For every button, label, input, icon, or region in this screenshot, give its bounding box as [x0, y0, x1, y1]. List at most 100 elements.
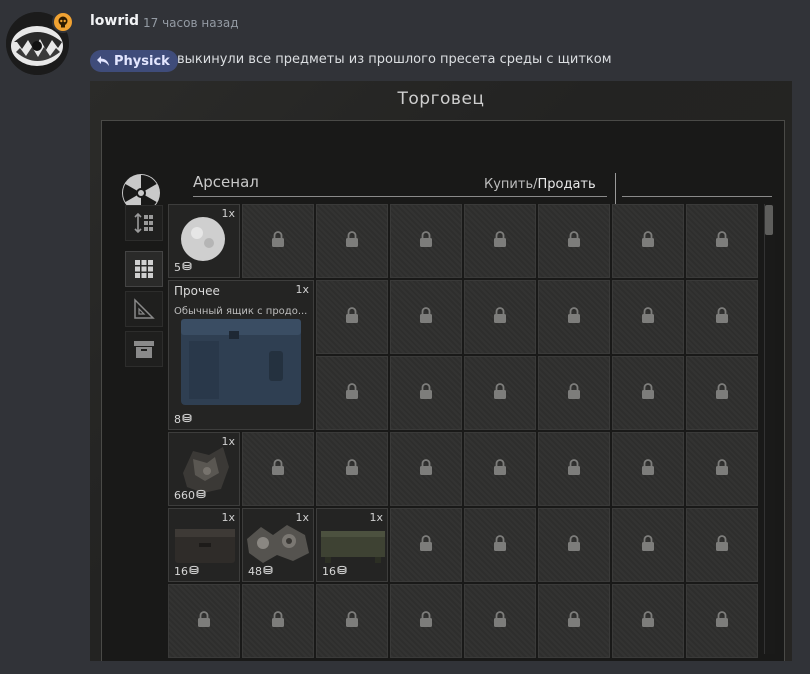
- lock-icon: [715, 230, 729, 252]
- coin-stack-icon: [196, 489, 206, 502]
- lock-icon: [641, 382, 655, 404]
- lock-icon: [345, 230, 359, 252]
- item-category: Прочее: [174, 284, 220, 298]
- locked-slot: [242, 584, 314, 658]
- lock-icon: [715, 534, 729, 556]
- trader-underline: [193, 196, 607, 197]
- locked-slot: [538, 508, 610, 582]
- item-quantity: 1x: [221, 435, 235, 448]
- buy-tab[interactable]: Купить: [484, 177, 533, 192]
- triangle-ruler-icon: [134, 298, 155, 319]
- buy-sell-toggle[interactable]: Купить/Продать: [484, 177, 596, 192]
- inventory-item-box[interactable]: 1x 16: [168, 508, 240, 582]
- item-price-value: 16: [174, 565, 188, 578]
- locked-slot: [686, 356, 758, 430]
- trader-name: Арсенал: [193, 173, 259, 191]
- inventory-scrollbar-thumb[interactable]: [765, 205, 773, 235]
- locked-slot: [612, 356, 684, 430]
- locked-slot: [168, 584, 240, 658]
- item-quantity: 1x: [221, 511, 235, 524]
- lock-icon: [271, 610, 285, 632]
- lock-icon: [641, 230, 655, 252]
- lock-icon: [567, 458, 581, 480]
- grid-view-button[interactable]: [125, 251, 163, 287]
- lock-icon: [493, 230, 507, 252]
- lock-icon: [197, 610, 211, 632]
- lock-icon: [715, 382, 729, 404]
- item-price-value: 48: [248, 565, 262, 578]
- lock-icon: [493, 306, 507, 328]
- locked-slot: [538, 204, 610, 278]
- ruler-button[interactable]: [125, 291, 163, 327]
- locked-slot: [316, 356, 388, 430]
- locked-slot: [464, 356, 536, 430]
- coin-stack-icon: [189, 565, 199, 578]
- lock-icon: [271, 230, 285, 252]
- skull-icon: [52, 11, 74, 33]
- locked-slot: [612, 204, 684, 278]
- item-quantity: 1x: [369, 511, 383, 524]
- archive-button[interactable]: [125, 331, 163, 367]
- lock-icon: [641, 610, 655, 632]
- locked-slot: [390, 280, 462, 354]
- lock-icon: [715, 458, 729, 480]
- locked-slot: [538, 584, 610, 658]
- inventory-item-snowball[interactable]: 1x 5: [168, 204, 240, 278]
- lock-icon: [419, 230, 433, 252]
- side-toolbar: [125, 205, 165, 371]
- lock-icon: [641, 306, 655, 328]
- locked-slot: [242, 204, 314, 278]
- coin-stack-icon: [182, 413, 192, 426]
- timestamp: 17 часов назад: [143, 16, 239, 30]
- coin-stack-icon: [263, 565, 273, 578]
- inventory-item-crate[interactable]: 1x 16: [316, 508, 388, 582]
- item-price-value: 660: [174, 489, 195, 502]
- inventory-grid: 1x 5 Прочее 1x Обычный ящик с продо... 8: [168, 204, 758, 658]
- locked-slot: [316, 584, 388, 658]
- inventory-item-parts[interactable]: 1x 48: [242, 508, 314, 582]
- locked-slot: [464, 584, 536, 658]
- locked-slot: [538, 280, 610, 354]
- lock-icon: [345, 382, 359, 404]
- item-quantity: 1x: [295, 283, 309, 296]
- locked-slot: [686, 432, 758, 506]
- game-screenshot[interactable]: Торговец Арсенал Купить/Продать 1x 5 Про…: [90, 81, 792, 661]
- item-description: Обычный ящик с продо...: [174, 306, 308, 317]
- inventory-item-scrap[interactable]: 1x 660: [168, 432, 240, 506]
- username[interactable]: lowrid: [90, 13, 139, 29]
- locked-slot: [390, 204, 462, 278]
- locked-slot: [612, 280, 684, 354]
- locked-slot: [316, 432, 388, 506]
- reply-mention-name: Physick: [114, 53, 170, 69]
- locked-slot: [464, 432, 536, 506]
- search-field-line[interactable]: [622, 196, 772, 197]
- lock-icon: [493, 458, 507, 480]
- archive-icon: [134, 341, 154, 358]
- item-price: 660: [174, 489, 206, 502]
- sell-tab[interactable]: Продать: [538, 177, 596, 192]
- item-price: 48: [248, 565, 273, 578]
- lock-icon: [345, 306, 359, 328]
- locked-slot: [390, 584, 462, 658]
- lock-icon: [493, 610, 507, 632]
- reply-arrow-icon: [97, 56, 109, 66]
- sort-button[interactable]: [125, 205, 163, 241]
- sort-icon: [134, 212, 153, 234]
- lock-icon: [345, 610, 359, 632]
- lock-icon: [567, 230, 581, 252]
- lock-icon: [641, 458, 655, 480]
- item-price-value: 16: [322, 565, 336, 578]
- locked-slot: [686, 508, 758, 582]
- locked-slot: [242, 432, 314, 506]
- item-quantity: 1x: [221, 207, 235, 220]
- item-price: 8: [174, 413, 192, 426]
- inventory-scrollbar[interactable]: [764, 204, 775, 654]
- lock-icon: [419, 534, 433, 556]
- locked-slot: [316, 204, 388, 278]
- locked-slot: [686, 280, 758, 354]
- inventory-item-case[interactable]: Прочее 1x Обычный ящик с продо... 8: [168, 280, 314, 430]
- reply-mention[interactable]: Physick: [90, 50, 178, 72]
- lock-icon: [567, 306, 581, 328]
- case-item-image: [181, 319, 301, 405]
- lock-icon: [493, 382, 507, 404]
